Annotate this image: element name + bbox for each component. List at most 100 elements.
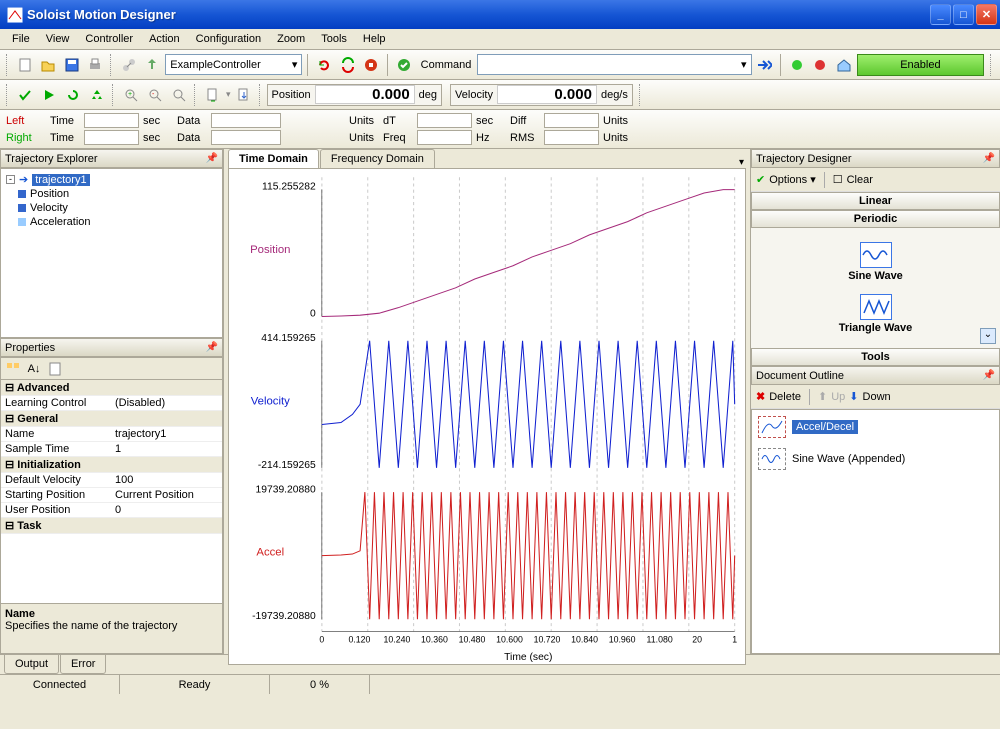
units-label-2: Units xyxy=(603,115,633,127)
zoom-fit-icon[interactable] xyxy=(168,84,190,106)
sec-label-r: sec xyxy=(143,132,173,144)
stop-circle-icon[interactable] xyxy=(361,54,383,76)
prop-category[interactable]: ⊟ Advanced xyxy=(1,380,222,396)
linear-section[interactable]: Linear xyxy=(751,192,1000,210)
alphabetical-icon[interactable]: A↓ xyxy=(25,360,43,378)
svg-text:10.840: 10.840 xyxy=(571,635,598,645)
tree-item-position[interactable]: Position xyxy=(4,187,219,201)
prop-row[interactable]: Starting PositionCurrent Position xyxy=(1,488,222,503)
pin-icon-2[interactable]: 📌 xyxy=(206,342,218,353)
prop-row[interactable]: Sample Time1 xyxy=(1,442,222,457)
prop-row[interactable]: Default Velocity100 xyxy=(1,473,222,488)
tree-item-velocity[interactable]: Velocity xyxy=(4,201,219,215)
minimize-button[interactable]: _ xyxy=(930,4,951,25)
left-data-input[interactable] xyxy=(211,113,281,128)
tools-section[interactable]: Tools xyxy=(751,348,1000,366)
zoom-in-icon[interactable]: + xyxy=(120,84,142,106)
right-data-input[interactable] xyxy=(211,130,281,145)
enabled-button[interactable]: Enabled xyxy=(857,54,984,76)
prop-category[interactable]: ⊟ General xyxy=(1,411,222,427)
chart-area[interactable]: 115.2552820Position414.159265-214.159265… xyxy=(228,168,746,665)
arrow-right-icon: ➔ xyxy=(19,173,28,186)
pin-icon-3[interactable]: 📌 xyxy=(983,153,995,164)
tree-root[interactable]: - ➔ trajectory1 xyxy=(4,172,219,187)
right-time-input[interactable] xyxy=(84,130,139,145)
prop-row[interactable]: Learning Control(Disabled) xyxy=(1,396,222,411)
app-icon xyxy=(7,7,23,23)
clear-button[interactable]: Clear xyxy=(847,174,873,186)
reload-icon[interactable] xyxy=(62,84,84,106)
outline-item-sine[interactable]: Sine Wave (Appended) xyxy=(756,446,995,472)
upload-icon[interactable] xyxy=(142,54,164,76)
open-file-icon[interactable] xyxy=(38,54,60,76)
check-circle-icon[interactable] xyxy=(393,54,415,76)
close-button[interactable]: ✕ xyxy=(976,4,997,25)
new-file-icon[interactable] xyxy=(14,54,36,76)
export-icon[interactable] xyxy=(202,84,224,106)
prop-category[interactable]: ⊟ Task xyxy=(1,518,222,534)
menu-view[interactable]: View xyxy=(38,31,78,47)
trajectory-tree[interactable]: - ➔ trajectory1 Position Velocity Accele… xyxy=(0,168,223,338)
document-outline-header: Document Outline📌 xyxy=(751,366,1000,385)
cursor-info-panel: Left Time sec Data Units dT sec Diff Uni… xyxy=(0,110,1000,149)
tree-item-acceleration[interactable]: Acceleration xyxy=(4,215,219,229)
svg-text:0.120: 0.120 xyxy=(348,635,370,645)
diff-input[interactable] xyxy=(544,113,599,128)
check-icon[interactable] xyxy=(14,84,36,106)
delete-button[interactable]: Delete xyxy=(769,391,801,403)
menu-controller[interactable]: Controller xyxy=(77,31,141,47)
pin-icon-4[interactable]: 📌 xyxy=(983,370,995,381)
connect-icon[interactable] xyxy=(118,54,140,76)
rms-input[interactable] xyxy=(544,130,599,145)
command-combo[interactable]: ▾ xyxy=(477,54,751,75)
menu-zoom[interactable]: Zoom xyxy=(269,31,313,47)
save-icon[interactable] xyxy=(61,54,83,76)
categorized-icon[interactable] xyxy=(4,360,22,378)
tab-dropdown-icon[interactable]: ▾ xyxy=(733,157,750,168)
zoom-out-icon[interactable]: - xyxy=(144,84,166,106)
left-time-input[interactable] xyxy=(84,113,139,128)
tab-error[interactable]: Error xyxy=(60,655,106,674)
menu-tools[interactable]: Tools xyxy=(313,31,355,47)
menu-file[interactable]: File xyxy=(4,31,38,47)
sine-wave-option[interactable]: Sine Wave xyxy=(848,242,903,282)
print-icon[interactable] xyxy=(85,54,107,76)
tab-time-domain[interactable]: Time Domain xyxy=(228,149,319,168)
options-dropdown[interactable]: Options ▾ xyxy=(769,173,816,186)
freq-input[interactable] xyxy=(417,130,472,145)
triangle-wave-option[interactable]: Triangle Wave xyxy=(839,294,913,334)
maximize-button[interactable]: □ xyxy=(953,4,974,25)
recycle-icon[interactable] xyxy=(86,84,108,106)
dt-input[interactable] xyxy=(417,113,472,128)
prop-row[interactable]: User Position0 xyxy=(1,503,222,518)
right-cursor-label: Right xyxy=(6,132,46,144)
accel-decel-thumb-icon xyxy=(758,416,786,438)
down-button[interactable]: Down xyxy=(863,391,891,403)
expand-icon[interactable]: ⌄ xyxy=(980,328,996,344)
outline-item-accel[interactable]: Accel/Decel xyxy=(756,414,995,440)
props-page-icon[interactable] xyxy=(46,360,64,378)
tab-output[interactable]: Output xyxy=(4,655,59,674)
status-red-icon[interactable] xyxy=(810,54,832,76)
tab-frequency-domain[interactable]: Frequency Domain xyxy=(320,149,435,168)
freq-label: Freq xyxy=(383,132,413,144)
menu-action[interactable]: Action xyxy=(141,31,188,47)
position-label: Position xyxy=(272,89,311,101)
units-label-4: Units xyxy=(603,132,633,144)
home-icon[interactable] xyxy=(833,54,855,76)
prop-category[interactable]: ⊟ Initialization xyxy=(1,457,222,473)
status-green-icon[interactable] xyxy=(786,54,808,76)
sine-wave-icon xyxy=(860,242,892,268)
import-icon[interactable] xyxy=(233,84,255,106)
controller-combo[interactable]: ExampleController▾ xyxy=(165,54,302,75)
run-arrow-icon[interactable] xyxy=(754,54,776,76)
menu-configuration[interactable]: Configuration xyxy=(188,31,269,47)
refresh-icon[interactable] xyxy=(313,54,335,76)
play-icon[interactable] xyxy=(38,84,60,106)
prop-row[interactable]: Nametrajectory1 xyxy=(1,427,222,442)
periodic-section[interactable]: Periodic xyxy=(751,210,1000,228)
pin-icon[interactable]: 📌 xyxy=(206,153,218,164)
menu-help[interactable]: Help xyxy=(355,31,394,47)
up-button[interactable]: Up xyxy=(831,391,845,403)
sync-icon[interactable] xyxy=(337,54,359,76)
